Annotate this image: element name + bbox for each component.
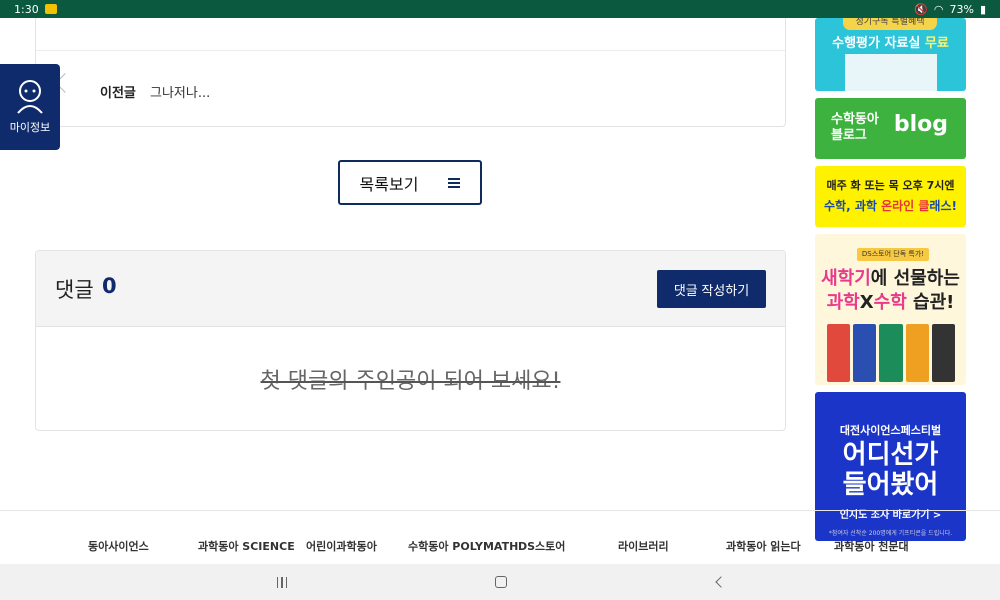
logo-science[interactable]: 과학동아 SCIENCE <box>198 538 295 554</box>
comments-header: 댓글 0 댓글 작성하기 <box>36 251 785 327</box>
home-button[interactable] <box>491 572 511 592</box>
footer-logos: 동아사이언스 과학동아 SCIENCE 어린이과학동아 수학동아 POLYMAT… <box>0 530 1000 564</box>
banner-subtitle: 과학X수학 습관! <box>826 292 955 313</box>
banner-title: 수행평가 자료실 무료 <box>832 36 949 51</box>
my-info-label: 마이정보 <box>9 121 51 134</box>
home-icon <box>495 576 507 588</box>
logo-kids-science[interactable]: 어린이과학동아 <box>306 538 377 554</box>
divider <box>36 50 785 51</box>
notification-icon <box>44 4 57 14</box>
battery-level: 73% <box>949 2 974 16</box>
logo-ds-store[interactable]: DS스토어 <box>518 538 565 554</box>
comments-count: 0 <box>102 274 117 298</box>
battery-icon: ▮ <box>979 2 986 16</box>
list-view-button[interactable]: 목록보기 <box>338 160 482 205</box>
wifi-icon: ◠ <box>933 2 944 16</box>
recent-apps-button[interactable] <box>272 572 292 592</box>
back-icon <box>715 576 727 588</box>
prev-post-card[interactable]: 이전글 그나저나... <box>35 18 786 127</box>
footer-divider <box>0 510 1000 511</box>
banner-image <box>845 54 937 91</box>
comments-empty-message: 첫 댓글의 주인공이 되어 보세요! <box>260 369 561 394</box>
banner-tag: DS스토어 단독 특가! <box>857 248 929 261</box>
logo-library[interactable]: 라이브러리 <box>618 538 669 554</box>
banner-tag: 정기구독 특별혜택 <box>843 18 937 30</box>
write-comment-button[interactable]: 댓글 작성하기 <box>657 270 766 308</box>
banner-science-festival[interactable]: 대전사이언스페스티벌 어디선가 들어봤어 인지도 조사 바로가기 > *참여자 선… <box>815 392 966 541</box>
banner-subtitle: 대전사이언스페스티벌 <box>839 424 942 437</box>
banner-math-blog[interactable]: 수학동아 블로그 blog <box>815 98 966 159</box>
banner-subtitle: 매주 화 또는 목 오후 7시엔 <box>826 179 955 192</box>
blog-logo: blog <box>893 112 948 137</box>
banner-title: 수학동아 블로그 <box>831 112 879 143</box>
recent-apps-icon <box>276 576 288 588</box>
logo-science-read[interactable]: 과학동아 읽는다 <box>726 538 801 554</box>
banner-online-class[interactable]: 매주 화 또는 목 오후 7시엔 수학, 과학 온라인 클래스! <box>815 166 966 227</box>
prev-post-title[interactable]: 그나저나... <box>150 82 210 101</box>
banner-title: 새학기에 선물하는 <box>821 268 960 289</box>
list-view-label: 목록보기 <box>359 176 419 194</box>
banner-assessment-materials[interactable]: 정기구독 특별혜택 수행평가 자료실 무료 <box>815 18 966 91</box>
banner-title: 수학, 과학 온라인 클래스! <box>824 199 957 213</box>
logo-polymath[interactable]: 수학동아 POLYMATH <box>408 538 518 554</box>
status-time: 1:30 <box>14 2 39 16</box>
back-button[interactable] <box>711 572 731 592</box>
prev-post-label: 이전글 <box>100 86 136 101</box>
banner-title: 어디선가 들어봤어 <box>842 440 939 500</box>
my-info-button[interactable]: 마이정보 <box>0 64 60 150</box>
menu-icon <box>448 177 461 188</box>
user-icon <box>17 80 43 114</box>
logo-observatory[interactable]: 과학동아 천문대 <box>834 538 909 554</box>
comments-label: 댓글 <box>55 278 94 302</box>
mute-icon: 🔇 <box>914 2 928 16</box>
comments-section: 댓글 0 댓글 작성하기 첫 댓글의 주인공이 되어 보세요! <box>35 250 786 431</box>
status-bar: 1:30 🔇 ◠ 73% ▮ <box>0 0 1000 18</box>
system-nav-bar <box>0 564 1000 600</box>
banner-books-image <box>827 324 956 382</box>
banner-link: 인지도 조사 바로가기 > <box>839 510 942 521</box>
logo-dongascience[interactable]: 동아사이언스 <box>88 538 149 554</box>
banner-new-semester[interactable]: DS스토어 단독 특가! 새학기에 선물하는 과학X수학 습관! <box>815 234 966 385</box>
